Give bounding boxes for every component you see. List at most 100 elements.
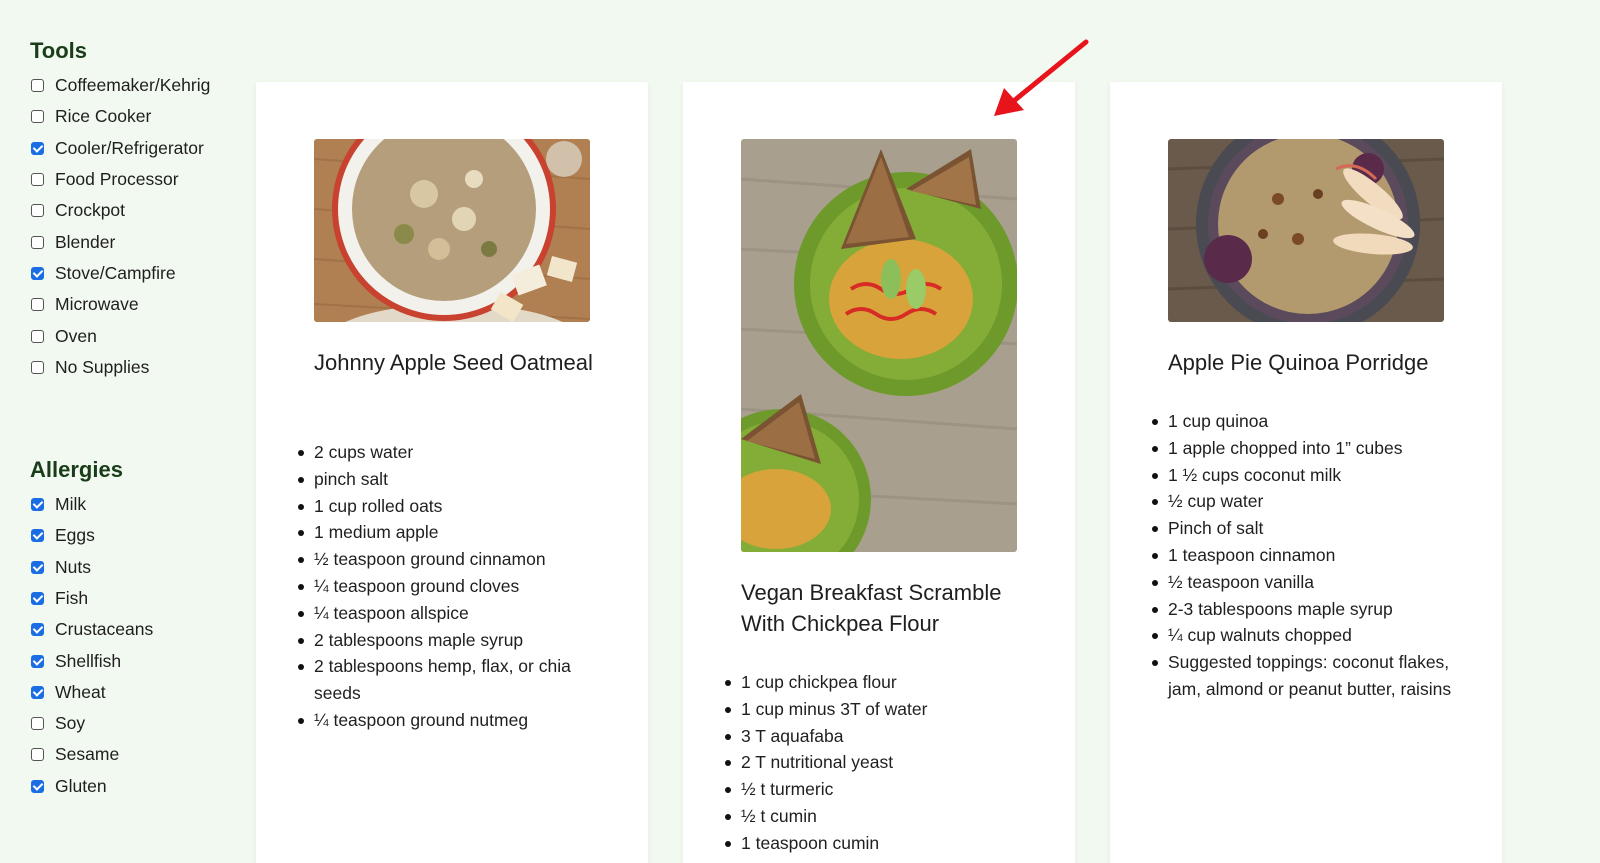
checkbox-checked-icon[interactable] <box>31 498 44 512</box>
filter-option[interactable]: Milk <box>30 489 240 520</box>
checkbox-icon[interactable] <box>31 717 44 731</box>
checkbox-checked-icon[interactable] <box>31 592 44 605</box>
ingredient-item: 1 cup quinoa <box>1152 408 1468 435</box>
checkbox-icon[interactable] <box>31 173 44 187</box>
filter-option[interactable]: Crockpot <box>30 195 240 226</box>
recipe-title[interactable]: Vegan Breakfast Scramble With Chickpea F… <box>741 577 1031 639</box>
filter-option-label[interactable]: Crustaceans <box>55 619 153 640</box>
ingredient-item: 1 cup minus 3T of water <box>725 696 1041 723</box>
ingredient-item: ½ teaspoon ground cinnamon <box>298 546 614 573</box>
checkbox-icon[interactable] <box>31 79 44 93</box>
quinoa-porridge-photo <box>1168 139 1444 322</box>
checkbox-icon[interactable] <box>31 748 44 762</box>
filter-option[interactable]: Cooler/Refrigerator <box>30 133 240 164</box>
ingredient-list: 2 cups water pinch salt 1 cup rolled oats 1… <box>298 439 614 734</box>
filter-option-label[interactable]: Nuts <box>55 557 91 578</box>
ingredient-item: 2 tablespoons maple syrup <box>298 627 614 654</box>
filter-option-label[interactable]: Soy <box>55 713 85 734</box>
filter-option[interactable]: Nuts <box>30 552 240 583</box>
recipe-title[interactable]: Johnny Apple Seed Oatmeal <box>314 347 604 378</box>
filter-option[interactable]: Oven <box>30 320 240 351</box>
ingredient-item: ¼ teaspoon ground nutmeg <box>298 707 614 734</box>
filter-option-label[interactable]: Gluten <box>55 776 107 797</box>
checkbox-checked-icon[interactable] <box>31 141 44 155</box>
ingredient-item: 2 T nutritional yeast <box>725 749 1041 776</box>
checkbox-icon[interactable] <box>31 110 44 124</box>
ingredient-item: ¼ teaspoon allspice <box>298 600 614 627</box>
filter-option[interactable]: Wheat <box>30 677 240 708</box>
annotation-arrow-icon <box>994 39 1089 116</box>
filter-option[interactable]: Soy <box>30 708 240 739</box>
checkbox-checked-icon[interactable] <box>31 623 44 637</box>
checkbox-icon[interactable] <box>31 329 44 343</box>
checkbox-checked-icon[interactable] <box>31 529 44 543</box>
filter-option-label[interactable]: Crockpot <box>55 200 125 221</box>
filter-option-label[interactable]: Wheat <box>55 682 106 703</box>
filter-option[interactable]: Shellfish <box>30 645 240 676</box>
checkbox-checked-icon[interactable] <box>31 779 44 793</box>
checkbox-checked-icon[interactable] <box>31 685 44 699</box>
filter-option-label[interactable]: Sesame <box>55 744 119 765</box>
ingredient-item: Suggested toppings: coconut flakes, jam,… <box>1152 649 1468 703</box>
filter-option-label[interactable]: Oven <box>55 326 97 347</box>
checkbox-icon[interactable] <box>31 360 44 374</box>
recipe-card[interactable]: Johnny Apple Seed Oatmeal 2 cups water pi… <box>256 82 648 863</box>
ingredient-item: 1 ½ cups coconut milk <box>1152 462 1468 489</box>
ingredient-list: 1 cup quinoa 1 apple chopped into 1” cube… <box>1152 408 1468 703</box>
checkbox-icon[interactable] <box>31 298 44 312</box>
ingredient-item: ¼ cup walnuts chopped <box>1152 622 1468 649</box>
allergies-list: Milk Eggs Nuts Fish Crustaceans Shellfish Whea… <box>30 489 240 802</box>
oatmeal-bowl-photo <box>314 139 590 322</box>
filter-option[interactable]: Crustaceans <box>30 614 240 645</box>
checkbox-icon[interactable] <box>31 204 44 218</box>
checkbox-checked-icon[interactable] <box>31 560 44 574</box>
ingredient-item: ½ cup water <box>1152 488 1468 515</box>
filter-option[interactable]: Microwave <box>30 289 240 320</box>
filter-option-label[interactable]: Milk <box>55 494 86 515</box>
filter-option-label[interactable]: Microwave <box>55 294 139 315</box>
filter-option-label[interactable]: Fish <box>55 588 88 609</box>
tools-title: Tools <box>30 38 88 63</box>
filter-option[interactable]: Coffeemaker/Kehrig <box>30 70 240 101</box>
ingredient-item: 1 teaspoon cumin <box>725 830 1041 857</box>
filter-option-label[interactable]: Cooler/Refrigerator <box>55 138 204 159</box>
ingredient-item: Pinch of salt <box>1152 515 1468 542</box>
ingredient-item: 1 teaspoon cinnamon <box>1152 542 1468 569</box>
filter-option-label[interactable]: Shellfish <box>55 651 121 672</box>
allergies-title: Allergies <box>30 456 123 482</box>
filter-sidebar: Tools Coffeemaker/Kehrig Rice Cooker Coole… <box>30 36 240 802</box>
filter-option[interactable]: No Supplies <box>30 352 240 383</box>
ingredient-item: 1 cup rolled oats <box>298 493 614 520</box>
recipe-card[interactable]: Vegan Breakfast Scramble With Chickpea F… <box>683 82 1075 863</box>
filter-option[interactable]: Blender <box>30 226 240 257</box>
filter-option[interactable]: Sesame <box>30 739 240 770</box>
chickpea-scramble-photo <box>741 139 1017 552</box>
filter-option[interactable]: Food Processor <box>30 164 240 195</box>
ingredient-item: ½ t cumin <box>725 803 1041 830</box>
checkbox-icon[interactable] <box>31 235 44 249</box>
ingredient-list: 1 cup chickpea flour 1 cup minus 3T of wa… <box>725 669 1041 857</box>
filter-option-label[interactable]: Coffeemaker/Kehrig <box>55 75 210 96</box>
filter-option[interactable]: Fish <box>30 583 240 614</box>
filter-option-label[interactable]: Blender <box>55 232 115 253</box>
recipe-card[interactable]: Apple Pie Quinoa Porridge 1 cup quinoa 1 … <box>1110 82 1502 863</box>
checkbox-checked-icon[interactable] <box>31 266 44 280</box>
checkbox-checked-icon[interactable] <box>31 654 44 668</box>
filter-option-label[interactable]: Food Processor <box>55 169 179 190</box>
filter-option[interactable]: Eggs <box>30 520 240 551</box>
ingredient-item: ½ teaspoon vanilla <box>1152 569 1468 596</box>
filter-option[interactable]: Gluten <box>30 771 240 802</box>
filter-option-label[interactable]: Rice Cooker <box>55 106 151 127</box>
filter-option-label[interactable]: Stove/Campfire <box>55 263 176 284</box>
ingredient-item: 2-3 tablespoons maple syrup <box>1152 596 1468 623</box>
filter-option-label[interactable]: Eggs <box>55 525 95 546</box>
filter-option-label[interactable]: No Supplies <box>55 357 149 378</box>
ingredient-item: 3 T aquafaba <box>725 723 1041 750</box>
ingredient-item: pinch salt <box>298 466 614 493</box>
ingredient-item: ¼ teaspoon ground cloves <box>298 573 614 600</box>
ingredient-item: 2 tablespoons hemp, flax, or chia seeds <box>298 653 614 707</box>
ingredient-item: ½ t turmeric <box>725 776 1041 803</box>
recipe-title[interactable]: Apple Pie Quinoa Porridge <box>1168 347 1458 378</box>
filter-option[interactable]: Rice Cooker <box>30 101 240 132</box>
filter-option[interactable]: Stove/Campfire <box>30 258 240 289</box>
